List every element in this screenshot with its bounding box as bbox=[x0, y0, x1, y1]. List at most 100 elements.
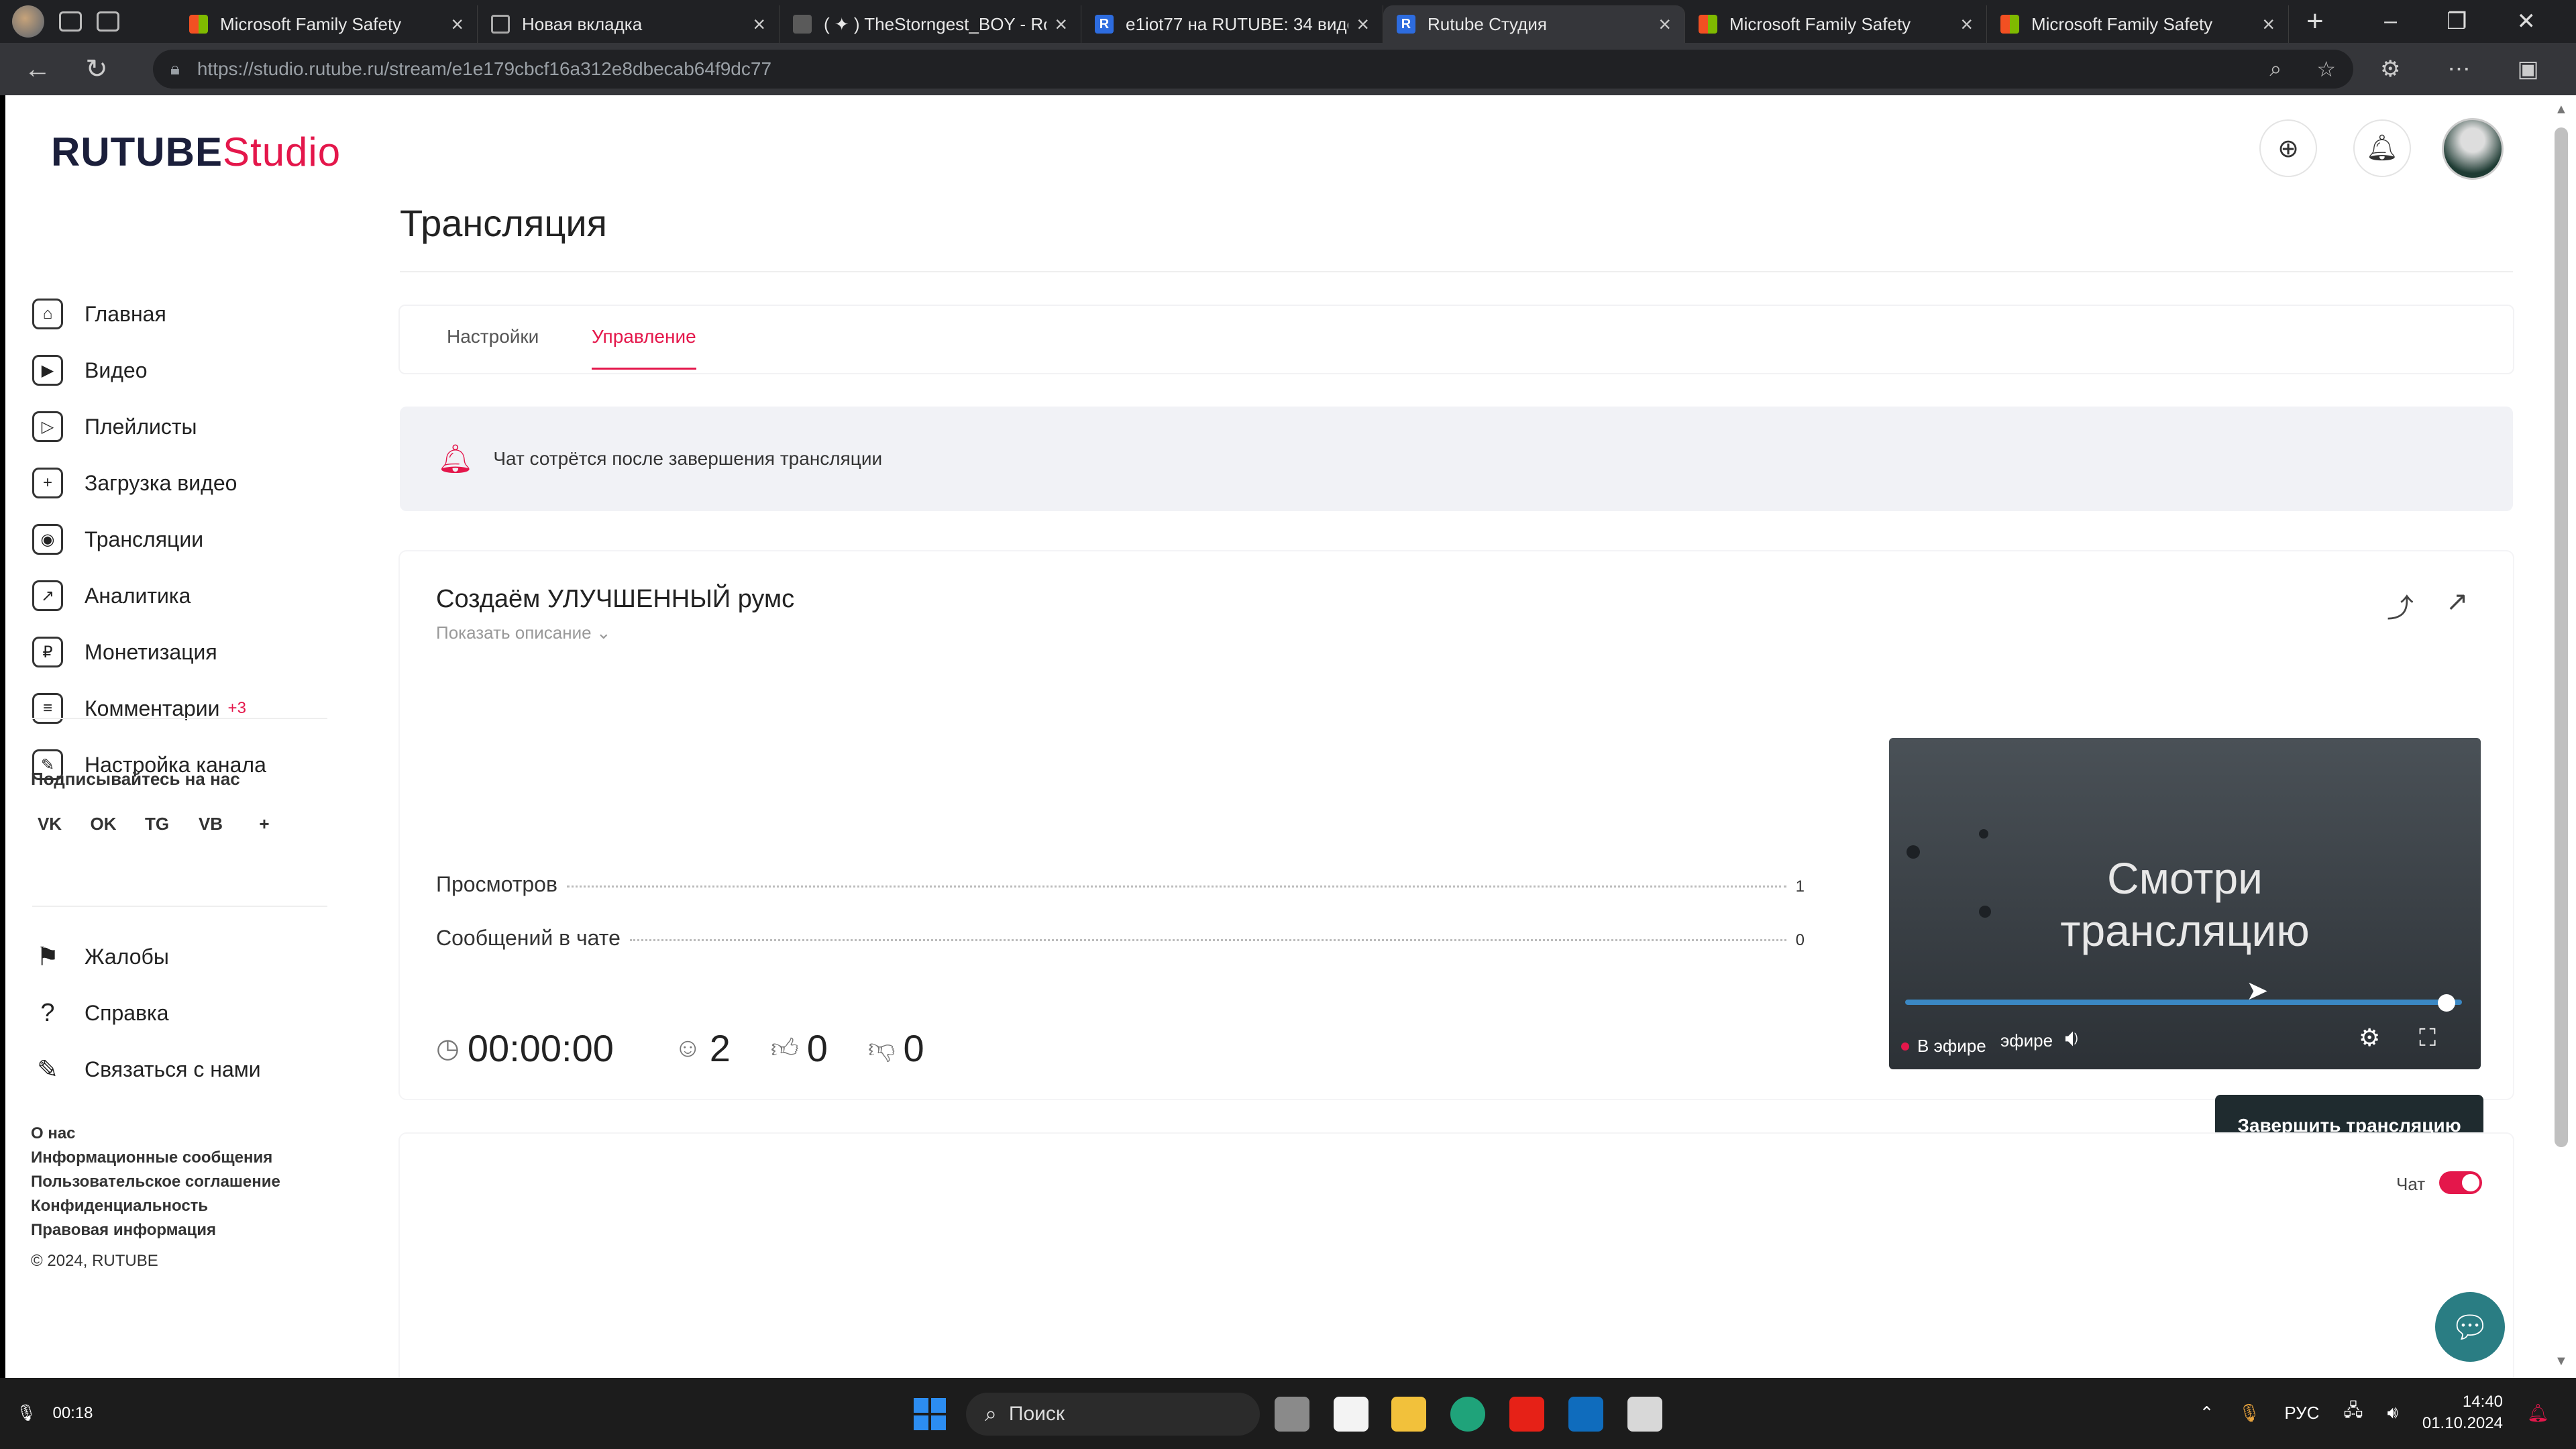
close-tab-icon[interactable]: × bbox=[753, 12, 765, 37]
sidebar-item[interactable]: ≡ Комментарии +3 bbox=[32, 688, 246, 729]
social-links: VK OK TG VB + bbox=[36, 810, 278, 837]
live-dot bbox=[1901, 1042, 1909, 1051]
browser-tab[interactable]: Microsoft Family Safety × bbox=[1685, 5, 1987, 43]
restore-icon[interactable]: ❐ bbox=[2447, 8, 2467, 35]
sidebar-item[interactable]: ₽ Монетизация bbox=[32, 632, 217, 672]
sidebar-item[interactable]: ⌂ Главная bbox=[32, 294, 166, 334]
notification-bell-icon[interactable]: 🔔︎ bbox=[2527, 1403, 2549, 1424]
clock[interactable]: 14:40 01.10.2024 bbox=[2422, 1391, 2503, 1434]
close-tab-icon[interactable]: × bbox=[1960, 12, 1973, 37]
social-icon[interactable]: OK bbox=[90, 810, 117, 837]
browser-tab[interactable]: Re1iot77 на RUTUBE: 34 видео × bbox=[1081, 5, 1383, 43]
url-field[interactable]: 🔒︎ https://studio.rutube.ru/stream/e1e17… bbox=[153, 50, 2353, 89]
volume-icon[interactable]: 🔉︎ bbox=[2065, 1024, 2080, 1053]
close-tab-icon[interactable]: × bbox=[1356, 12, 1369, 37]
page-title: Трансляция bbox=[400, 202, 607, 244]
close-tab-icon[interactable]: × bbox=[451, 12, 464, 37]
minimize-icon[interactable]: – bbox=[2384, 8, 2397, 35]
tray-chevron-icon[interactable]: ⌃ bbox=[2200, 1403, 2214, 1424]
taskview-app-icon[interactable] bbox=[1275, 1397, 1309, 1432]
tab-title: Microsoft Family Safety bbox=[2031, 13, 2213, 34]
network-icon[interactable]: 🖧︎ bbox=[2343, 1398, 2363, 1428]
close-tab-icon[interactable]: × bbox=[2262, 12, 2275, 37]
browser-tab[interactable]: ( ✦ ) TheStorngest_BOY - Roblo × bbox=[780, 5, 1081, 43]
browser-tab[interactable]: R Rutube Студия × bbox=[1383, 5, 1685, 43]
settings-icon[interactable]: ⚙ bbox=[2359, 1024, 2380, 1052]
tab-settings[interactable]: Настройки bbox=[447, 326, 539, 368]
sidebar-item[interactable]: ↗ Аналитика bbox=[32, 576, 191, 616]
browser-tab[interactable]: Microsoft Family Safety × bbox=[1987, 5, 2289, 43]
recording-indicator: 🎙︎ 00:18 bbox=[16, 1403, 93, 1423]
file-explorer-icon[interactable] bbox=[1391, 1397, 1426, 1432]
taskbar-search[interactable]: ⌕ Поиск bbox=[966, 1393, 1260, 1436]
workspaces-icon[interactable] bbox=[59, 11, 82, 32]
favorite-star-icon[interactable]: ☆ bbox=[2316, 56, 2336, 82]
browser-profile-avatar[interactable] bbox=[12, 5, 44, 38]
tab-management[interactable]: Управление bbox=[592, 326, 696, 370]
show-description-toggle[interactable]: Показать описание ⌄ bbox=[436, 623, 611, 643]
scrollbar-thumb[interactable] bbox=[2555, 127, 2568, 1147]
sidebar-toggle-icon[interactable]: ▣ bbox=[2517, 56, 2538, 83]
edge-browser-icon[interactable] bbox=[1450, 1397, 1485, 1432]
notifications-button[interactable]: 🔔︎ bbox=[2353, 119, 2411, 177]
social-icon[interactable]: + bbox=[251, 810, 278, 837]
show-description-label: Показать описание bbox=[436, 623, 592, 643]
speaker-icon[interactable]: 🔊︎ bbox=[2387, 1402, 2398, 1424]
sidebar-secondary-item[interactable]: ⚑ Жалобы bbox=[32, 936, 169, 977]
social-icon[interactable]: TG bbox=[144, 810, 170, 837]
sidebar-secondary-item[interactable]: ? Справка bbox=[32, 993, 168, 1033]
extensions-icon[interactable]: ⚙ bbox=[2380, 56, 2400, 83]
start-button[interactable] bbox=[914, 1398, 946, 1430]
close-window-icon[interactable]: ✕ bbox=[2517, 8, 2536, 35]
scroll-down-icon[interactable]: ▼ bbox=[2555, 1354, 2568, 1369]
footer-link[interactable]: О нас bbox=[31, 1122, 280, 1146]
support-chat-button[interactable]: 💬︎ bbox=[2435, 1292, 2505, 1362]
roblox-app-icon[interactable] bbox=[1627, 1397, 1662, 1432]
vertical-tabs-icon[interactable] bbox=[97, 11, 119, 32]
video-player[interactable]: Смотри трансляцию В эфире эфире 🔉︎ ⚙ ⛶ bbox=[1889, 738, 2481, 1069]
social-icon[interactable]: VB bbox=[197, 810, 224, 837]
chat-toggle[interactable] bbox=[2439, 1171, 2482, 1194]
store-app-icon[interactable] bbox=[1334, 1397, 1368, 1432]
dot-leader bbox=[629, 939, 1786, 941]
outlook-app-icon[interactable] bbox=[1568, 1397, 1603, 1432]
browser-tab[interactable]: Microsoft Family Safety × bbox=[176, 5, 478, 43]
footer-link[interactable]: Пользовательское соглашение bbox=[31, 1170, 280, 1194]
language-indicator[interactable]: РУС bbox=[2284, 1403, 2319, 1424]
fullscreen-icon[interactable]: ⛶ bbox=[2419, 1024, 2436, 1053]
progress-bar[interactable] bbox=[1905, 1000, 2462, 1005]
footer-link[interactable]: Конфиденциальность bbox=[31, 1194, 280, 1218]
create-button[interactable]: ⊕ bbox=[2259, 119, 2317, 177]
user-avatar[interactable] bbox=[2442, 118, 2504, 180]
back-icon[interactable]: ← bbox=[8, 54, 67, 85]
reload-icon[interactable]: ↻ bbox=[67, 54, 126, 85]
new-tab-button[interactable]: + bbox=[2306, 5, 2324, 38]
close-tab-icon[interactable]: × bbox=[1658, 12, 1671, 37]
progress-knob[interactable] bbox=[2438, 994, 2455, 1012]
stream-counters: ◷ 00:00:00 ☺ 2 👍︎ 0 👎︎ 0 bbox=[436, 1026, 924, 1070]
sidebar-secondary-item[interactable]: ✎ Связаться с нами bbox=[32, 1049, 261, 1089]
scroll-up-icon[interactable]: ▲ bbox=[2555, 102, 2568, 117]
share-icon[interactable]: ⤴ bbox=[2387, 586, 2414, 625]
chat-label: Чат bbox=[2396, 1174, 2426, 1194]
social-icon[interactable]: VK bbox=[36, 810, 63, 837]
more-menu-icon[interactable]: ⋯ bbox=[2447, 56, 2470, 83]
sidebar-item[interactable]: ◉ Трансляции bbox=[32, 519, 203, 559]
browser-tab[interactable]: Новая вкладка × bbox=[478, 5, 780, 43]
alarm-icon: 🔔︎ bbox=[437, 442, 474, 474]
page-scrollbar[interactable]: ▲ ▼ bbox=[2549, 95, 2576, 1378]
sidebar-item[interactable]: ▶ Видео bbox=[32, 350, 147, 390]
youtube-app-icon[interactable] bbox=[1509, 1397, 1544, 1432]
sidebar-item[interactable]: ▷ Плейлисты bbox=[32, 407, 197, 447]
url-text[interactable]: https://studio.rutube.ru/stream/e1e179cb… bbox=[197, 58, 2235, 80]
overlay-line-1: Смотри bbox=[2106, 853, 2263, 903]
footer-link[interactable]: Информационные сообщения bbox=[31, 1146, 280, 1170]
mic-tray-icon[interactable]: 🎙︎ bbox=[2238, 1403, 2260, 1424]
open-external-icon[interactable]: ↗ bbox=[2446, 586, 2469, 617]
rutube-studio-logo[interactable]: RUTUBEStudio bbox=[51, 129, 341, 175]
close-tab-icon[interactable]: × bbox=[1055, 12, 1067, 37]
sidebar-item[interactable]: + Загрузка видео bbox=[32, 463, 237, 503]
footer-link[interactable]: Правовая информация bbox=[31, 1218, 280, 1242]
zoom-icon[interactable]: ⌕ bbox=[2269, 56, 2282, 82]
rutube-icon: R bbox=[1095, 15, 1114, 34]
